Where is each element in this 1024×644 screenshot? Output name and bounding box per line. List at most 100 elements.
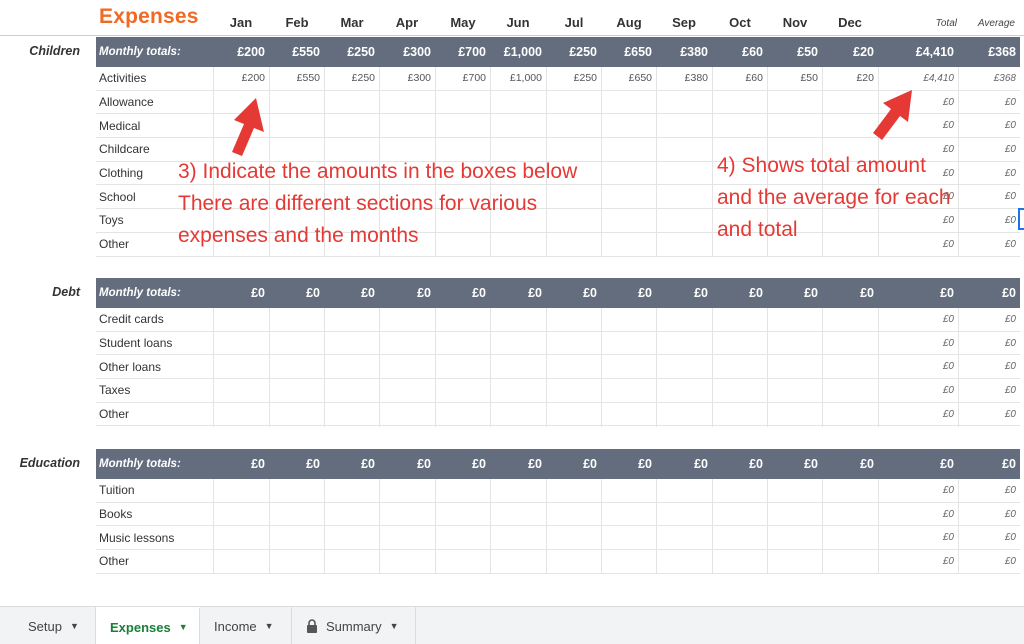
amount-input-cell[interactable] xyxy=(712,479,767,502)
amount-input-cell[interactable] xyxy=(490,114,546,137)
amount-input-cell[interactable] xyxy=(324,526,379,549)
amount-input-cell[interactable] xyxy=(490,332,546,355)
amount-input-cell[interactable] xyxy=(379,308,435,331)
amount-input-cell[interactable] xyxy=(435,379,490,402)
amount-input-cell[interactable] xyxy=(490,503,546,526)
amount-input-cell[interactable] xyxy=(490,379,546,402)
amount-input-cell[interactable]: £380 xyxy=(656,67,712,90)
amount-input-cell[interactable] xyxy=(656,185,712,208)
amount-input-cell[interactable] xyxy=(712,114,767,137)
amount-input-cell[interactable] xyxy=(767,332,822,355)
tab-summary[interactable]: Summary ▼ xyxy=(292,607,416,644)
amount-input-cell[interactable] xyxy=(822,379,878,402)
amount-input-cell[interactable] xyxy=(712,355,767,378)
amount-input-cell[interactable] xyxy=(767,355,822,378)
tab-expenses[interactable]: Expenses ▼ xyxy=(96,607,200,644)
amount-input-cell[interactable] xyxy=(379,479,435,502)
amount-input-cell[interactable] xyxy=(767,479,822,502)
amount-input-cell[interactable] xyxy=(269,114,324,137)
amount-input-cell[interactable] xyxy=(435,114,490,137)
amount-input-cell[interactable] xyxy=(656,233,712,256)
amount-input-cell[interactable] xyxy=(767,526,822,549)
amount-input-cell[interactable] xyxy=(379,379,435,402)
amount-input-cell[interactable] xyxy=(601,550,656,573)
amount-input-cell[interactable] xyxy=(435,91,490,114)
amount-input-cell[interactable] xyxy=(546,91,601,114)
amount-input-cell[interactable] xyxy=(601,479,656,502)
amount-input-cell[interactable]: £200 xyxy=(213,67,269,90)
amount-input-cell[interactable] xyxy=(435,503,490,526)
amount-input-cell[interactable]: £50 xyxy=(767,67,822,90)
amount-input-cell[interactable] xyxy=(379,550,435,573)
amount-input-cell[interactable] xyxy=(379,332,435,355)
amount-input-cell[interactable] xyxy=(712,403,767,426)
amount-input-cell[interactable] xyxy=(269,403,324,426)
amount-input-cell[interactable] xyxy=(601,503,656,526)
amount-input-cell[interactable] xyxy=(435,332,490,355)
amount-input-cell[interactable] xyxy=(379,355,435,378)
amount-input-cell[interactable] xyxy=(822,550,878,573)
amount-input-cell[interactable] xyxy=(712,332,767,355)
amount-input-cell[interactable] xyxy=(379,114,435,137)
amount-input-cell[interactable] xyxy=(324,403,379,426)
amount-input-cell[interactable] xyxy=(601,162,656,185)
amount-input-cell[interactable] xyxy=(656,403,712,426)
amount-input-cell[interactable] xyxy=(213,403,269,426)
amount-input-cell[interactable] xyxy=(269,550,324,573)
amount-input-cell[interactable] xyxy=(546,550,601,573)
amount-input-cell[interactable] xyxy=(435,479,490,502)
amount-input-cell[interactable] xyxy=(822,355,878,378)
amount-input-cell[interactable] xyxy=(712,503,767,526)
amount-input-cell[interactable] xyxy=(712,550,767,573)
amount-input-cell[interactable] xyxy=(213,308,269,331)
amount-input-cell[interactable] xyxy=(269,526,324,549)
amount-input-cell[interactable] xyxy=(656,332,712,355)
amount-input-cell[interactable] xyxy=(490,308,546,331)
amount-input-cell[interactable] xyxy=(601,355,656,378)
amount-input-cell[interactable] xyxy=(601,114,656,137)
amount-input-cell[interactable] xyxy=(490,479,546,502)
amount-input-cell[interactable] xyxy=(324,503,379,526)
amount-input-cell[interactable] xyxy=(712,526,767,549)
amount-input-cell[interactable]: £60 xyxy=(712,67,767,90)
amount-input-cell[interactable] xyxy=(656,114,712,137)
amount-input-cell[interactable] xyxy=(601,185,656,208)
amount-input-cell[interactable] xyxy=(379,91,435,114)
amount-input-cell[interactable] xyxy=(269,379,324,402)
amount-input-cell[interactable] xyxy=(601,91,656,114)
amount-input-cell[interactable] xyxy=(601,138,656,161)
amount-input-cell[interactable] xyxy=(822,332,878,355)
amount-input-cell[interactable] xyxy=(712,379,767,402)
amount-input-cell[interactable] xyxy=(546,308,601,331)
amount-input-cell[interactable] xyxy=(269,479,324,502)
amount-input-cell[interactable] xyxy=(213,355,269,378)
amount-input-cell[interactable] xyxy=(601,209,656,232)
amount-input-cell[interactable] xyxy=(546,479,601,502)
amount-input-cell[interactable] xyxy=(435,355,490,378)
amount-input-cell[interactable]: £650 xyxy=(601,67,656,90)
amount-input-cell[interactable]: £700 xyxy=(435,67,490,90)
amount-input-cell[interactable] xyxy=(601,526,656,549)
amount-input-cell[interactable] xyxy=(269,332,324,355)
amount-input-cell[interactable] xyxy=(601,233,656,256)
amount-input-cell[interactable] xyxy=(324,479,379,502)
amount-input-cell[interactable] xyxy=(269,503,324,526)
amount-input-cell[interactable] xyxy=(656,503,712,526)
amount-input-cell[interactable] xyxy=(324,114,379,137)
amount-input-cell[interactable]: £250 xyxy=(546,67,601,90)
amount-input-cell[interactable] xyxy=(490,91,546,114)
amount-input-cell[interactable] xyxy=(656,550,712,573)
amount-input-cell[interactable]: £1,000 xyxy=(490,67,546,90)
amount-input-cell[interactable] xyxy=(656,355,712,378)
amount-input-cell[interactable] xyxy=(767,114,822,137)
amount-input-cell[interactable] xyxy=(435,526,490,549)
amount-input-cell[interactable] xyxy=(213,550,269,573)
amount-input-cell[interactable] xyxy=(767,403,822,426)
amount-input-cell[interactable] xyxy=(656,209,712,232)
amount-input-cell[interactable] xyxy=(767,503,822,526)
amount-input-cell[interactable] xyxy=(490,526,546,549)
amount-input-cell[interactable] xyxy=(490,355,546,378)
amount-input-cell[interactable] xyxy=(656,379,712,402)
amount-input-cell[interactable] xyxy=(546,114,601,137)
amount-input-cell[interactable] xyxy=(269,308,324,331)
